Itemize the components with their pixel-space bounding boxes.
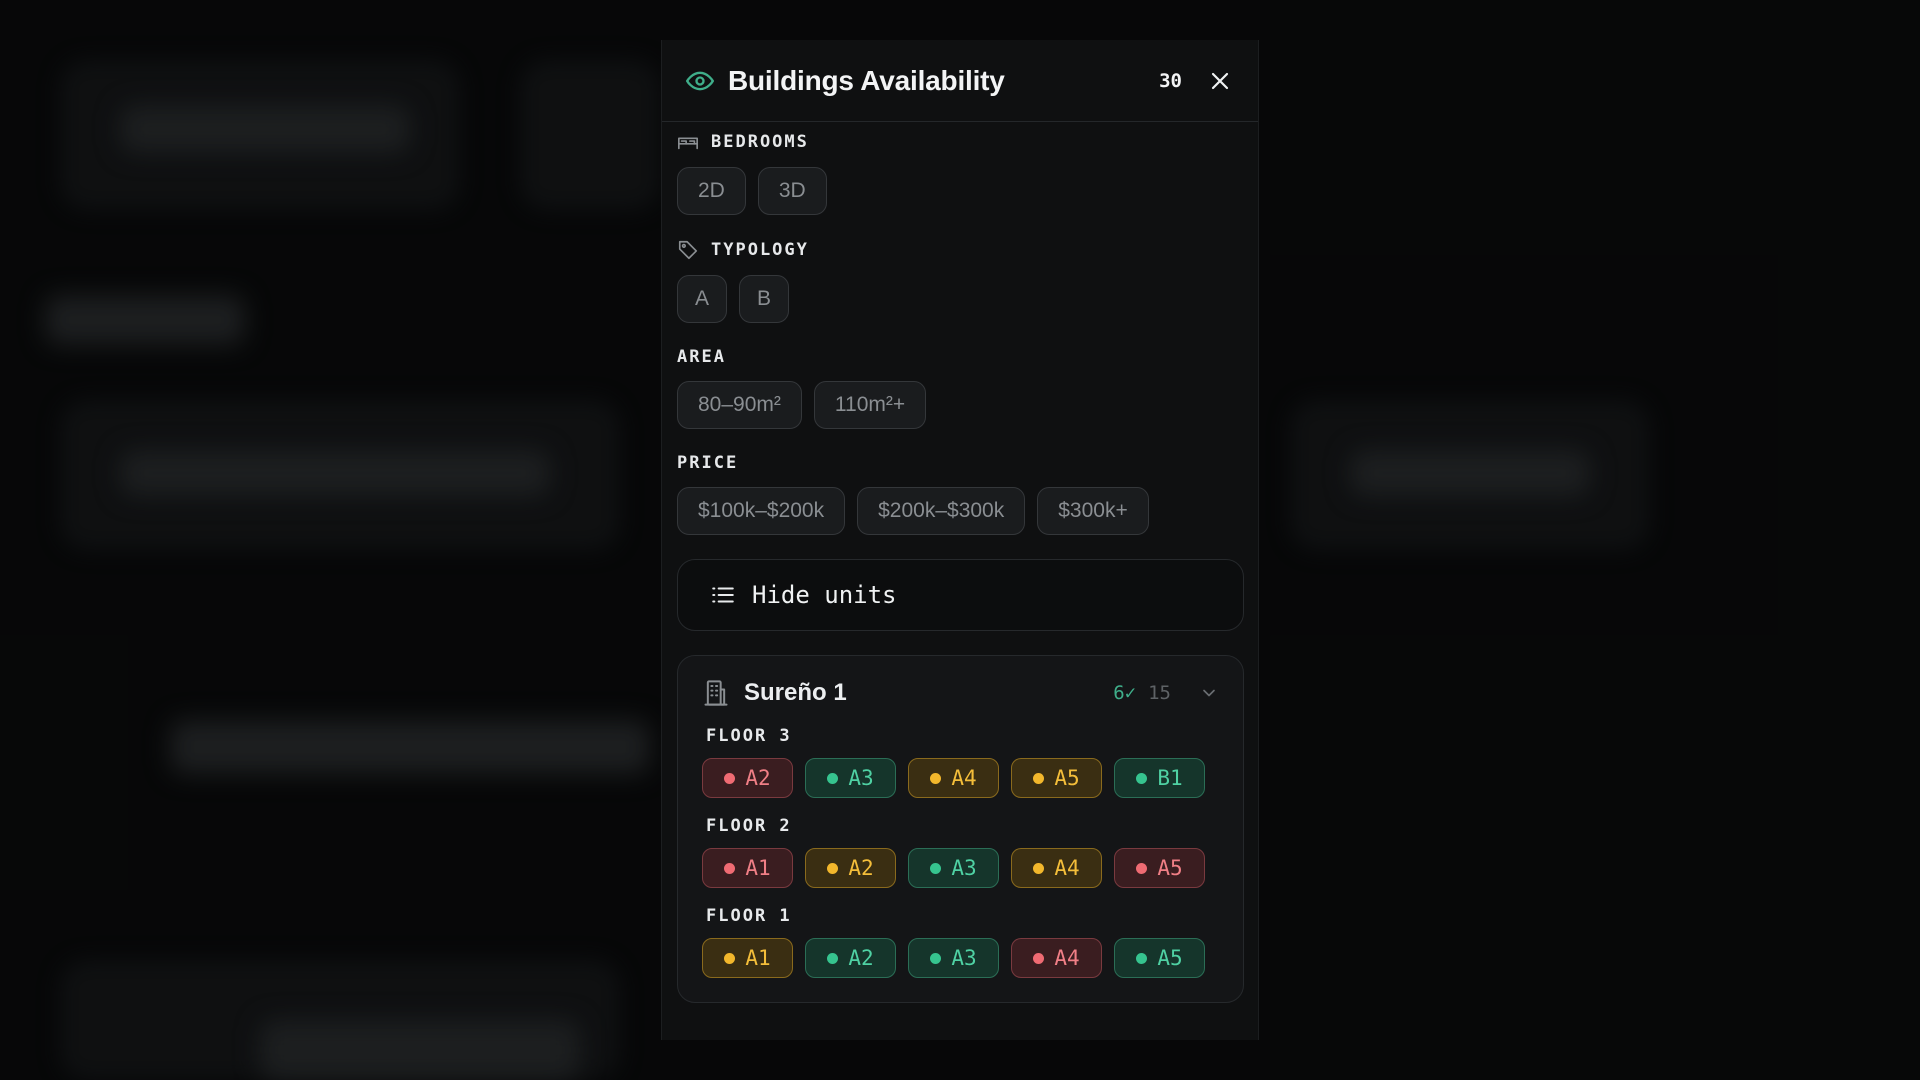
floors-list: FLOOR 3 A2 A3 A4 A5 B1 FLOOR 2 A1 A2 A3 A4 A5 FLOOR … <box>702 726 1219 978</box>
chip-area-80-90[interactable]: 80–90m² <box>677 381 802 429</box>
filter-area: AREA 80–90m² 110m²+ <box>677 347 1244 429</box>
chip-price-100-200[interactable]: $100k–$200k <box>677 487 846 535</box>
filter-label-text: PRICE <box>677 453 739 473</box>
unit-chip[interactable]: A2 <box>805 938 896 978</box>
unit-code: A4 <box>1054 946 1080 970</box>
chip-typology-b[interactable]: B <box>739 275 790 323</box>
status-dot-icon <box>1033 952 1045 964</box>
unit-code: A2 <box>848 946 874 970</box>
hide-units-label: Hide units <box>752 581 897 609</box>
status-dot-icon <box>1136 772 1148 784</box>
status-dot-icon <box>1033 862 1045 874</box>
area-options: 80–90m² 110m²+ <box>677 381 1244 429</box>
status-dot-icon <box>930 772 942 784</box>
unit-code: A4 <box>1054 856 1080 880</box>
unit-chip[interactable]: A4 <box>908 758 999 798</box>
unit-code: A4 <box>951 766 977 790</box>
unit-chip[interactable]: A2 <box>805 848 896 888</box>
building-icon <box>702 679 730 707</box>
filter-label-text: AREA <box>677 347 726 367</box>
bed-icon <box>677 131 699 153</box>
status-dot-icon <box>1136 952 1148 964</box>
unit-code: A2 <box>848 856 874 880</box>
status-dot-icon <box>930 952 942 964</box>
unit-code: B1 <box>1157 766 1183 790</box>
status-dot-icon <box>827 772 839 784</box>
chip-price-200-300[interactable]: $200k–$300k <box>857 487 1026 535</box>
status-dot-icon <box>724 772 736 784</box>
bedrooms-options: 2D 3D <box>677 167 1244 215</box>
unit-chip[interactable]: A3 <box>805 758 896 798</box>
filter-typology: TYPOLOGY A B <box>677 239 1244 323</box>
building-total-count: 15 <box>1148 682 1171 704</box>
building-card-header[interactable]: Sureño 1 6✓ 15 <box>702 676 1219 710</box>
filter-label-bedrooms: BEDROOMS <box>677 131 1244 153</box>
status-dot-icon <box>930 862 942 874</box>
floor-label: FLOOR 2 <box>706 816 792 836</box>
building-name: Sureño 1 <box>744 679 847 706</box>
filter-price: PRICE $100k–$200k $200k–$300k $300k+ <box>677 453 1244 535</box>
status-dot-icon <box>1033 772 1045 784</box>
list-icon <box>710 582 736 608</box>
floor-units-row: A1 A2 A3 A4 A5 <box>702 848 1219 888</box>
unit-code: A2 <box>745 766 771 790</box>
status-dot-icon <box>724 952 736 964</box>
unit-chip[interactable]: A2 <box>702 758 793 798</box>
unit-code: A1 <box>745 946 771 970</box>
floor-label: FLOOR 3 <box>706 726 792 746</box>
eye-icon <box>686 67 714 95</box>
status-dot-icon <box>1136 862 1148 874</box>
chip-price-300-plus[interactable]: $300k+ <box>1037 487 1149 535</box>
unit-code: A5 <box>1054 766 1080 790</box>
unit-chip[interactable]: A4 <box>1011 848 1102 888</box>
units-count-badge: 30 <box>1159 69 1182 92</box>
panel-body: BEDROOMS 2D 3D TYPOLOGY A B AREA 80–90m²… <box>662 131 1258 1003</box>
unit-code: A3 <box>848 766 874 790</box>
price-options: $100k–$200k $200k–$300k $300k+ <box>677 487 1244 535</box>
building-card: Sureño 1 6✓ 15 FLOOR 3 A2 A3 A4 A5 B1 FLOOR 2 A… <box>677 655 1244 1003</box>
unit-code: A5 <box>1157 856 1183 880</box>
filter-label-text: TYPOLOGY <box>711 240 809 260</box>
unit-chip[interactable]: A1 <box>702 848 793 888</box>
filter-label-text: BEDROOMS <box>711 132 809 152</box>
chip-bedrooms-3d[interactable]: 3D <box>757 167 827 215</box>
status-dot-icon <box>827 862 839 874</box>
filter-label-typology: TYPOLOGY <box>677 239 1244 261</box>
unit-chip[interactable]: A5 <box>1114 848 1205 888</box>
chip-bedrooms-2d[interactable]: 2D <box>677 167 746 215</box>
close-icon <box>1211 72 1229 89</box>
chip-typology-a[interactable]: A <box>677 275 728 323</box>
panel-header: Buildings Availability 30 <box>662 40 1258 122</box>
hide-units-button[interactable]: Hide units <box>677 559 1244 631</box>
building-available-count: 6✓ <box>1113 682 1137 704</box>
filter-bedrooms: BEDROOMS 2D 3D <box>677 131 1244 215</box>
panel-title: Buildings Availability <box>728 64 1005 96</box>
unit-code: A1 <box>745 856 771 880</box>
chip-area-110-plus[interactable]: 110m²+ <box>813 381 927 429</box>
close-button[interactable] <box>1206 67 1234 95</box>
unit-chip[interactable]: A3 <box>908 848 999 888</box>
filter-label-price: PRICE <box>677 453 1244 473</box>
chevron-down-icon[interactable] <box>1199 683 1219 703</box>
unit-code: A5 <box>1157 946 1183 970</box>
status-dot-icon <box>724 862 736 874</box>
tag-icon <box>677 239 699 261</box>
unit-chip[interactable]: A5 <box>1114 938 1205 978</box>
unit-code: A3 <box>951 946 977 970</box>
typology-options: A B <box>677 275 1244 323</box>
filter-label-area: AREA <box>677 347 1244 367</box>
unit-chip[interactable]: A1 <box>702 938 793 978</box>
floor-label: FLOOR 1 <box>706 906 792 926</box>
floor-units-row: A2 A3 A4 A5 B1 <box>702 758 1219 798</box>
unit-chip[interactable]: A3 <box>908 938 999 978</box>
unit-chip[interactable]: A4 <box>1011 938 1102 978</box>
unit-chip[interactable]: B1 <box>1114 758 1205 798</box>
floor-units-row: A1 A2 A3 A4 A5 <box>702 938 1219 978</box>
status-dot-icon <box>827 952 839 964</box>
buildings-availability-panel: Buildings Availability 30 BEDROOMS 2D 3D <box>661 40 1259 1040</box>
unit-code: A3 <box>951 856 977 880</box>
unit-chip[interactable]: A5 <box>1011 758 1102 798</box>
